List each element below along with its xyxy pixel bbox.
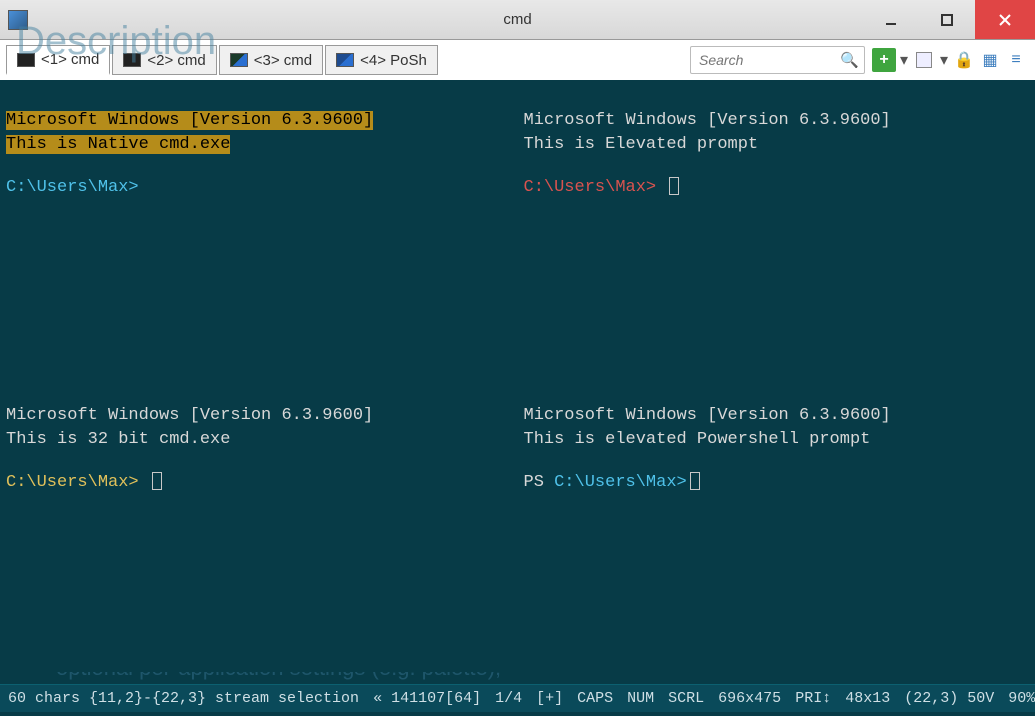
cmd-icon <box>230 53 248 67</box>
status-cell: 48x13 <box>845 690 890 707</box>
tab-label: <4> PoSh <box>360 52 427 69</box>
pane-bottom-right[interactable]: Microsoft Windows [Version 6.3.9600] Thi… <box>518 377 1035 672</box>
tab-2-cmd[interactable]: <2> cmd <box>112 45 216 75</box>
pane-top-left[interactable]: Microsoft Windows [Version 6.3.9600] Thi… <box>0 82 518 377</box>
toolbar-button[interactable] <box>912 48 936 72</box>
status-pane: 1/4 <box>495 690 522 707</box>
tab-label: <2> cmd <box>147 52 205 69</box>
status-scrl: SCRL <box>668 690 704 707</box>
search-input[interactable] <box>690 46 865 74</box>
add-tab-dropdown[interactable]: ▾ <box>898 48 910 72</box>
close-button[interactable] <box>975 0 1035 39</box>
minimize-button[interactable] <box>863 0 919 39</box>
window-title: cmd <box>503 11 531 28</box>
powershell-icon <box>336 53 354 67</box>
cursor <box>690 472 700 490</box>
status-bar: 60 chars {11,2}-{22,3} stream selection … <box>0 684 1035 712</box>
status-pri[interactable]: PRI↕ <box>795 690 831 707</box>
tab-3-cmd[interactable]: <3> cmd <box>219 45 323 75</box>
menu-lines-icon[interactable]: ≡ <box>1004 48 1028 72</box>
app-icon <box>8 10 28 30</box>
tab-label: <3> cmd <box>254 52 312 69</box>
status-size: 696x475 <box>718 690 781 707</box>
cursor <box>669 177 679 195</box>
status-plus[interactable]: [+] <box>536 690 563 707</box>
add-tab-button[interactable]: + <box>872 48 896 72</box>
cmd-icon <box>123 53 141 67</box>
search-icon[interactable]: 🔍 <box>840 51 859 69</box>
status-caps: CAPS <box>577 690 613 707</box>
tab-bar: <1> cmd <2> cmd <3> cmd <4> PoSh 🔍 + ▾ ▾… <box>0 40 1035 82</box>
lock-icon[interactable]: 🔒 <box>952 48 976 72</box>
search-wrap: 🔍 <box>690 46 865 74</box>
status-num: NUM <box>627 690 654 707</box>
panels-icon[interactable]: ▦ <box>978 48 1002 72</box>
titlebar: cmd <box>0 0 1035 40</box>
tab-label: <1> cmd <box>41 51 99 68</box>
toolbar-dropdown[interactable]: ▾ <box>938 48 950 72</box>
status-build: « 141107[64] <box>373 690 481 707</box>
status-selection: 60 chars {11,2}-{22,3} stream selection <box>8 690 359 707</box>
console-grid: Microsoft Windows [Version 6.3.9600] Thi… <box>0 82 1035 672</box>
tab-1-cmd[interactable]: <1> cmd <box>6 45 110 75</box>
cmd-icon <box>17 53 35 67</box>
pane-bottom-left[interactable]: Microsoft Windows [Version 6.3.9600] Thi… <box>0 377 518 672</box>
tab-4-posh[interactable]: <4> PoSh <box>325 45 438 75</box>
maximize-button[interactable] <box>919 0 975 39</box>
window-controls <box>863 0 1035 39</box>
status-cursor: (22,3) 50V <box>904 690 994 707</box>
status-zoom[interactable]: 90% <box>1008 690 1035 707</box>
pane-top-right[interactable]: Microsoft Windows [Version 6.3.9600] Thi… <box>518 82 1035 377</box>
cursor <box>152 472 162 490</box>
